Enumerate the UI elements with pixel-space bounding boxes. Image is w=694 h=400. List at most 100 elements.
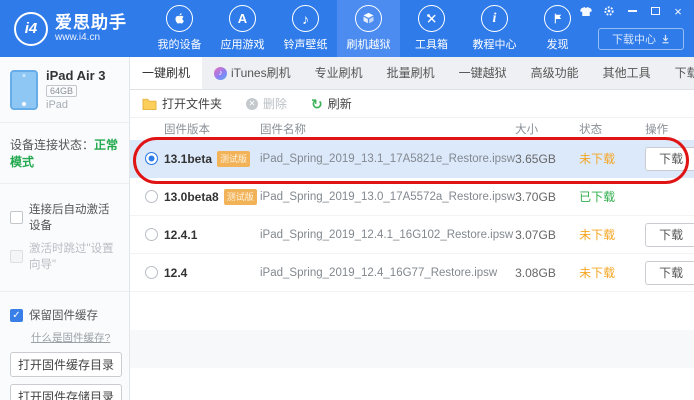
status-badge: 未下载 bbox=[579, 226, 645, 243]
firmware-filename: iPad_Spring_2019_12.4.1_16G102_Restore.i… bbox=[260, 229, 515, 241]
download-center-button[interactable]: 下载中心 bbox=[598, 28, 684, 50]
close-icon[interactable]: × bbox=[672, 5, 684, 17]
table-row[interactable]: 13.1beta测试版 iPad_Spring_2019_13.1_17A582… bbox=[130, 140, 694, 178]
folder-icon bbox=[142, 97, 157, 110]
firmware-size: 3.65GB bbox=[515, 152, 579, 166]
firmware-panel: 一键刷机 ♪iTunes刷机 专业刷机 批量刷机 一键越狱 高级功能 其他工具 … bbox=[130, 57, 694, 400]
app-logo[interactable]: i4 爱思助手 www.i4.cn bbox=[0, 0, 148, 57]
firmware-toolbar: 打开文件夹 ✕ 删除 ↻ 刷新 bbox=[130, 90, 694, 118]
nav-toolbox[interactable]: 工具箱 bbox=[400, 0, 463, 57]
status-label: 设备连接状态： bbox=[10, 138, 94, 152]
radio-unselected[interactable] bbox=[145, 190, 158, 203]
tab-itunes-flash[interactable]: ♪ iTunes刷机 bbox=[202, 57, 303, 89]
nav-tutorials[interactable]: i 教程中心 bbox=[463, 0, 526, 57]
tab-label: iTunes刷机 bbox=[231, 57, 291, 89]
status-badge: 已下载 bbox=[579, 188, 645, 205]
nav-apps-games[interactable]: A 应用游戏 bbox=[211, 0, 274, 57]
checkbox-label: 保留固件缓存 bbox=[29, 307, 98, 323]
ringtone-icon: ♪ bbox=[292, 5, 319, 32]
tab-label: 高级功能 bbox=[531, 57, 579, 89]
checkbox-checked-icon: ✓ bbox=[10, 309, 23, 322]
nav-label: 铃声壁纸 bbox=[284, 36, 328, 52]
table-row[interactable]: 12.4 iPad_Spring_2019_12.4_16G77_Restore… bbox=[130, 254, 694, 292]
itunes-icon: ♪ bbox=[214, 67, 227, 80]
minimize-icon[interactable] bbox=[626, 5, 638, 17]
header-status: 状态 bbox=[579, 121, 645, 137]
tool-label: 删除 bbox=[263, 95, 287, 112]
checkbox-icon bbox=[10, 211, 23, 224]
what-is-cache-link[interactable]: 什么是固件缓存? bbox=[31, 330, 119, 345]
firmware-size: 3.08GB bbox=[515, 266, 579, 280]
tab-bar: 一键刷机 ♪iTunes刷机 专业刷机 批量刷机 一键越狱 高级功能 其他工具 … bbox=[130, 57, 694, 90]
maximize-icon[interactable] bbox=[649, 5, 661, 17]
device-capacity-badge: 64GB bbox=[46, 85, 77, 97]
radio-selected[interactable] bbox=[145, 152, 158, 165]
header-size: 大小 bbox=[515, 121, 579, 137]
tab-one-key-jailbreak[interactable]: 一键越狱 bbox=[447, 57, 519, 89]
tab-advanced[interactable]: 高级功能 bbox=[519, 57, 591, 89]
firmware-filename: iPad_Spring_2019_12.4_16G77_Restore.ipsw bbox=[260, 267, 515, 279]
nav-my-devices[interactable]: 我的设备 bbox=[148, 0, 211, 57]
checkbox-keep-cache[interactable]: ✓ 保留固件缓存 bbox=[10, 307, 119, 323]
tool-label: 刷新 bbox=[328, 95, 352, 112]
device-name: iPad Air 3 bbox=[46, 68, 105, 83]
tab-label: 一键刷机 bbox=[142, 57, 190, 89]
tab-label: 下载固件 bbox=[675, 57, 694, 89]
ipad-device-icon bbox=[10, 70, 38, 110]
download-button[interactable]: 下载 bbox=[645, 261, 694, 285]
flash-jailbreak-icon bbox=[355, 5, 382, 32]
connection-status: 设备连接状态：正常模式 bbox=[0, 123, 129, 184]
tab-label: 一键越狱 bbox=[459, 57, 507, 89]
table-row[interactable]: 13.0beta8测试版 iPad_Spring_2019_13.0_17A55… bbox=[130, 178, 694, 216]
radio-unselected[interactable] bbox=[145, 266, 158, 279]
download-button[interactable]: 下载 bbox=[645, 223, 694, 247]
open-cache-dir-button[interactable]: 打开固件缓存目录 bbox=[10, 352, 122, 377]
nav-label: 应用游戏 bbox=[221, 36, 265, 52]
nav-ringtones-wallpapers[interactable]: ♪ 铃声壁纸 bbox=[274, 0, 337, 57]
delete-button[interactable]: ✕ 删除 bbox=[246, 95, 287, 112]
nav-flash-jailbreak[interactable]: 刷机越狱 bbox=[337, 0, 400, 57]
settings-gear-icon[interactable] bbox=[603, 5, 615, 17]
beta-badge: 测试版 bbox=[217, 151, 250, 167]
tab-one-key-flash[interactable]: 一键刷机 bbox=[130, 57, 202, 89]
download-icon bbox=[661, 34, 670, 44]
tab-download-firmware[interactable]: 下载固件 bbox=[663, 57, 694, 89]
nav-label: 工具箱 bbox=[415, 36, 448, 52]
nav-label: 教程中心 bbox=[473, 36, 517, 52]
tab-pro-flash[interactable]: 专业刷机 bbox=[303, 57, 375, 89]
checkbox-skip-setup[interactable]: 激活时跳过"设置向导" bbox=[10, 240, 119, 272]
radio-unselected[interactable] bbox=[145, 228, 158, 241]
beta-badge: 测试版 bbox=[224, 189, 257, 205]
device-info: iPad Air 3 64GB iPad bbox=[0, 57, 129, 123]
checkbox-label: 连接后自动激活设备 bbox=[29, 201, 119, 233]
firmware-cache-options: ✓ 保留固件缓存 什么是固件缓存? 打开固件缓存目录 打开固件存储目录 bbox=[0, 292, 129, 400]
main-nav: 我的设备 A 应用游戏 ♪ 铃声壁纸 刷机越狱 工具箱 i 教程中心 bbox=[148, 0, 589, 57]
header-version: 固件版本 bbox=[164, 121, 260, 137]
open-storage-dir-button[interactable]: 打开固件存储目录 bbox=[10, 384, 122, 400]
firmware-size: 3.70GB bbox=[515, 190, 579, 204]
checkbox-label: 激活时跳过"设置向导" bbox=[29, 240, 119, 272]
app-url: www.i4.cn bbox=[55, 32, 127, 43]
discover-flag-icon bbox=[544, 5, 571, 32]
tab-other-tools[interactable]: 其他工具 bbox=[591, 57, 663, 89]
tab-label: 批量刷机 bbox=[387, 57, 435, 89]
tab-label: 专业刷机 bbox=[315, 57, 363, 89]
app-window: { "brand": { "badge": "i4", "name": "爱思助… bbox=[0, 0, 694, 400]
table-row[interactable]: 12.4.1 iPad_Spring_2019_12.4.1_16G102_Re… bbox=[130, 216, 694, 254]
header-name: 固件名称 bbox=[260, 121, 515, 137]
empty-row bbox=[130, 292, 694, 330]
checkbox-auto-activate[interactable]: 连接后自动激活设备 bbox=[10, 201, 119, 233]
tab-batch-flash[interactable]: 批量刷机 bbox=[375, 57, 447, 89]
download-button[interactable]: 下载 bbox=[645, 147, 694, 171]
delete-icon: ✕ bbox=[246, 98, 258, 110]
device-model: iPad bbox=[46, 99, 105, 111]
device-sidebar: iPad Air 3 64GB iPad 设备连接状态：正常模式 连接后自动激活… bbox=[0, 57, 130, 400]
tutorial-icon: i bbox=[481, 5, 508, 32]
window-controls: × bbox=[580, 5, 684, 17]
nav-label: 我的设备 bbox=[158, 36, 202, 52]
open-folder-button[interactable]: 打开文件夹 bbox=[142, 95, 222, 112]
firmware-version: 13.1beta bbox=[164, 152, 212, 166]
refresh-button[interactable]: ↻ 刷新 bbox=[311, 95, 352, 112]
skin-icon[interactable] bbox=[580, 5, 592, 17]
checkbox-icon bbox=[10, 250, 23, 263]
